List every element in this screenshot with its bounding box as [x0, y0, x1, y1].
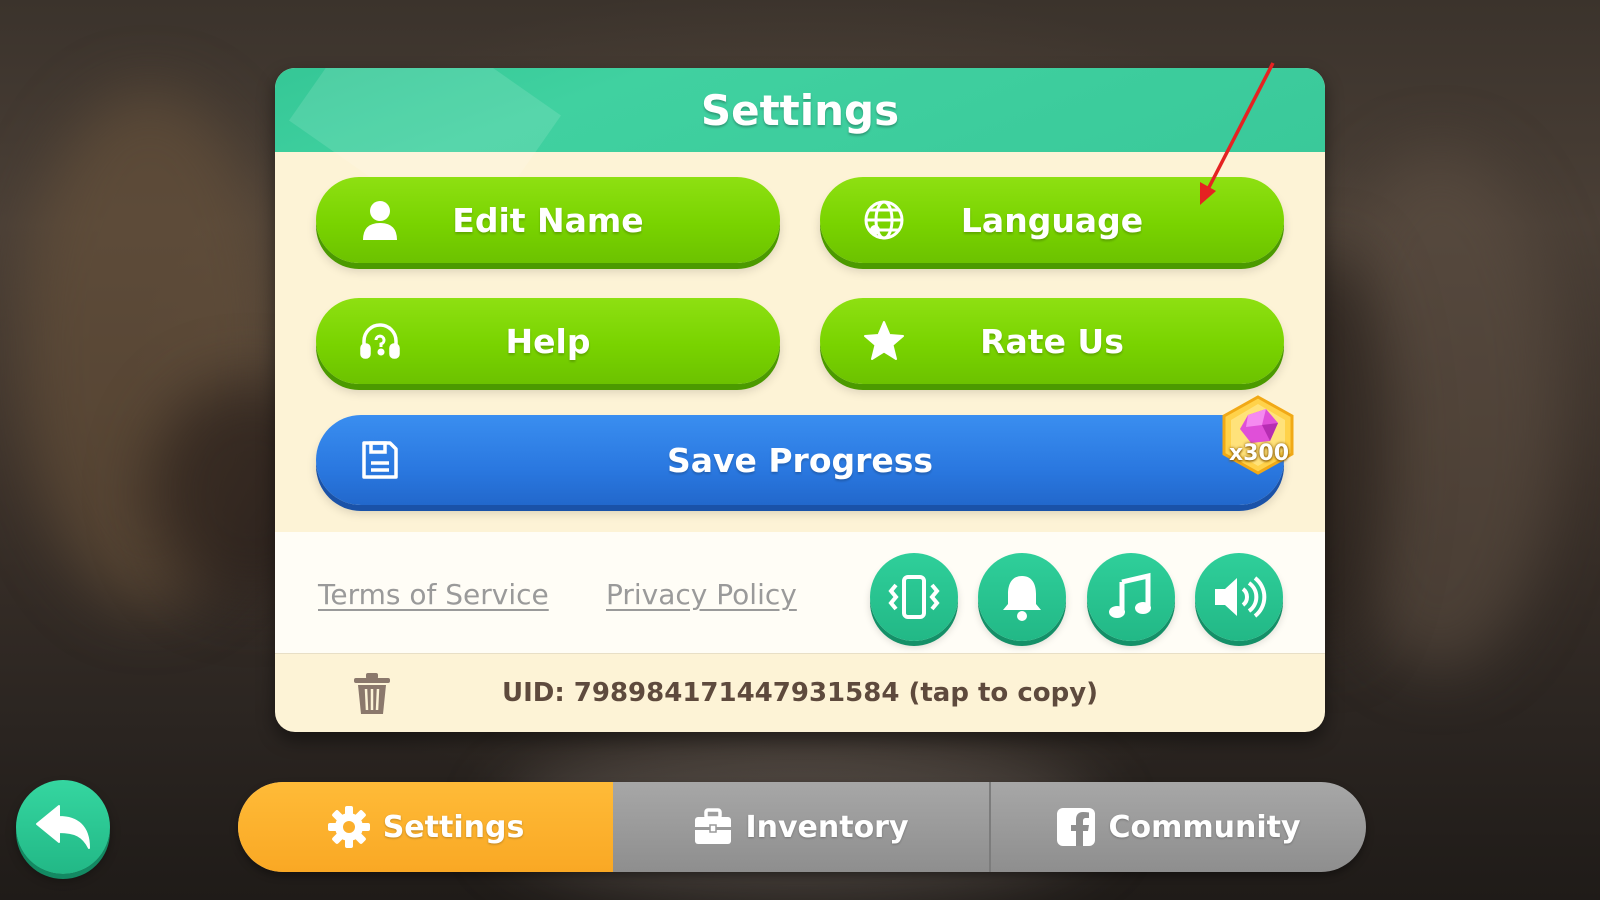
music-note-icon — [1109, 572, 1151, 618]
rate-us-button[interactable]: Rate Us — [820, 298, 1284, 384]
tab-community-label: Community — [1108, 809, 1301, 845]
user-icon — [358, 198, 402, 242]
tab-settings-label: Settings — [382, 809, 525, 845]
tab-settings[interactable]: Settings — [238, 782, 613, 872]
help-button[interactable]: Help — [316, 298, 780, 384]
gear-icon — [327, 806, 370, 848]
bottom-tab-bar: Settings Inventory Community — [238, 782, 1366, 872]
save-progress-button[interactable]: Save Progress — [316, 415, 1284, 505]
vibration-toggle[interactable] — [870, 553, 958, 641]
uid-copy-text[interactable]: UID: 798984171447931584 (tap to copy) — [500, 678, 1100, 708]
speaker-icon — [1215, 576, 1267, 618]
terms-of-service-link[interactable]: Terms of Service — [318, 578, 549, 611]
save-icon — [358, 438, 402, 482]
bell-icon — [1003, 576, 1041, 621]
gem-reward-amount: x300 — [1228, 441, 1290, 466]
tab-inventory[interactable]: Inventory — [613, 782, 991, 872]
sound-toggle[interactable] — [1195, 553, 1283, 641]
headset-help-icon — [358, 319, 402, 363]
briefcase-icon — [695, 808, 732, 844]
save-progress-label: Save Progress — [666, 440, 934, 480]
back-arrow-icon — [36, 805, 90, 849]
tab-community[interactable]: Community — [991, 782, 1366, 872]
tab-inventory-label: Inventory — [745, 809, 909, 845]
facebook-icon — [1057, 808, 1096, 846]
panel-title: Settings — [700, 85, 900, 135]
annotation-arrow — [1200, 62, 1275, 205]
star-icon — [862, 319, 906, 363]
globe-icon — [862, 198, 906, 242]
panel-header: Settings — [275, 68, 1325, 152]
vibration-icon — [888, 575, 940, 619]
trash-icon[interactable] — [352, 672, 392, 716]
back-button[interactable] — [16, 780, 110, 874]
privacy-policy-link[interactable]: Privacy Policy — [606, 578, 797, 611]
notifications-toggle[interactable] — [978, 553, 1066, 641]
music-toggle[interactable] — [1087, 553, 1175, 641]
edit-name-button[interactable]: Edit Name — [316, 177, 780, 263]
